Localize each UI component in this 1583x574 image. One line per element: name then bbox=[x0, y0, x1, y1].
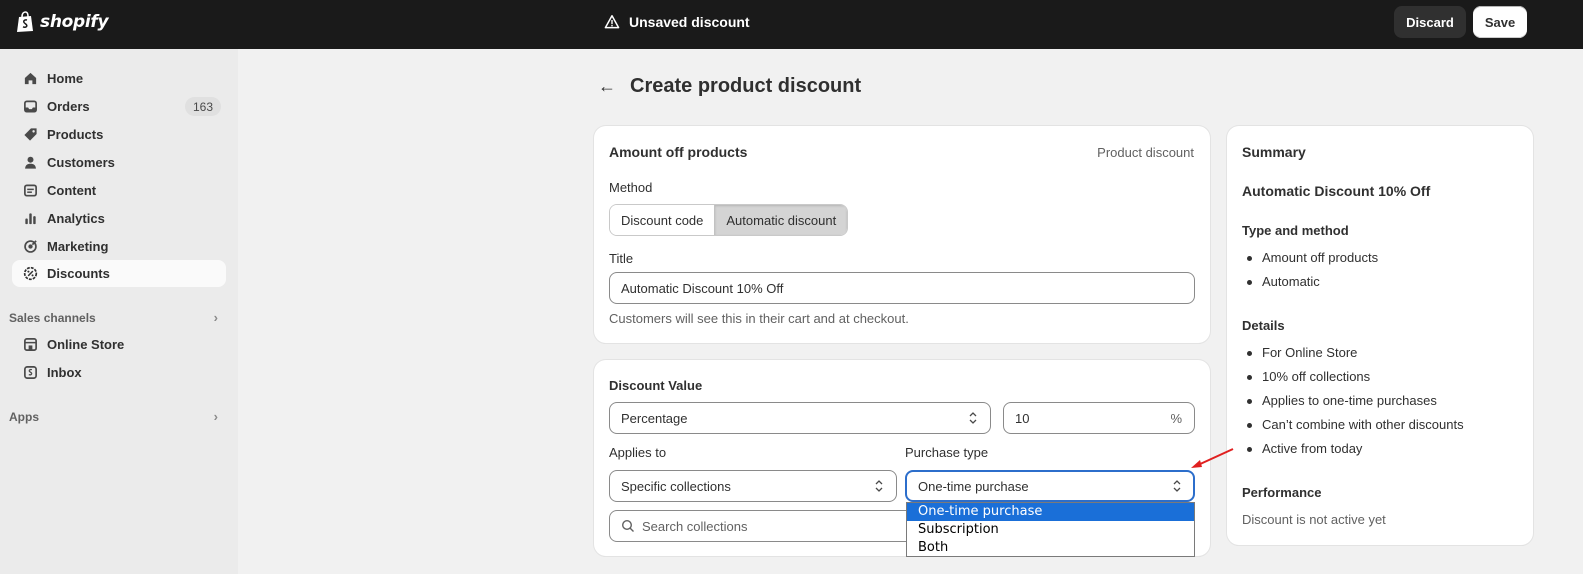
discount-type-label: Product discount bbox=[1097, 145, 1194, 160]
sidebar-item-content[interactable]: Content bbox=[12, 177, 226, 204]
dropdown-option-subscription[interactable]: Subscription bbox=[907, 521, 1194, 539]
list-item: Applies to one-time purchases bbox=[1242, 393, 1464, 417]
chat-icon bbox=[22, 365, 38, 381]
type-method-list: Amount off products Automatic bbox=[1242, 250, 1378, 298]
apps-section[interactable]: Apps › bbox=[9, 409, 226, 424]
warning-icon bbox=[604, 15, 620, 29]
unsaved-status: Unsaved discount bbox=[604, 14, 750, 30]
dropdown-option-both[interactable]: Both bbox=[907, 539, 1194, 557]
method-label: Method bbox=[609, 180, 653, 195]
card-heading: Amount off products bbox=[609, 144, 748, 160]
purchase-type-value: One-time purchase bbox=[918, 478, 1029, 494]
sidebar-item-marketing[interactable]: Marketing bbox=[12, 233, 226, 260]
discount-amount-value: 10 bbox=[1015, 410, 1030, 426]
search-collections-placeholder: Search collections bbox=[642, 518, 748, 534]
performance-label: Performance bbox=[1242, 485, 1322, 500]
page-header: ← Create product discount bbox=[598, 75, 861, 98]
annotation-arrow-icon bbox=[1191, 448, 1234, 468]
method-option-discount-code[interactable]: Discount code bbox=[610, 205, 715, 235]
summary-discount-title: Automatic Discount 10% Off bbox=[1242, 183, 1431, 199]
performance-text: Discount is not active yet bbox=[1242, 512, 1386, 527]
target-icon bbox=[22, 239, 38, 255]
sidebar-item-customers[interactable]: Customers bbox=[12, 149, 226, 176]
sidebar-item-label: Marketing bbox=[47, 239, 109, 254]
sidebar-item-label: Inbox bbox=[47, 365, 82, 380]
title-help-text: Customers will see this in their cart an… bbox=[609, 311, 909, 326]
brand-wordmark: shopify bbox=[40, 12, 109, 32]
sidebar-item-label: Online Store bbox=[47, 337, 125, 352]
type-method-label: Type and method bbox=[1242, 223, 1349, 238]
applies-to-select[interactable]: Specific collections bbox=[609, 470, 897, 502]
list-item: Can’t combine with other discounts bbox=[1242, 417, 1464, 441]
purchase-type-label: Purchase type bbox=[905, 445, 989, 460]
image-icon bbox=[22, 183, 38, 199]
sidebar-item-label: Orders bbox=[47, 99, 90, 114]
dropdown-option-one-time-purchase[interactable]: One-time purchase bbox=[907, 503, 1194, 521]
sidebar-item-products[interactable]: Products bbox=[12, 121, 226, 148]
unsaved-status-text: Unsaved discount bbox=[629, 14, 750, 30]
apps-label: Apps bbox=[9, 409, 39, 424]
card-heading: Discount Value bbox=[609, 378, 703, 393]
summary-heading: Summary bbox=[1242, 144, 1306, 160]
inbox-tray-icon bbox=[22, 99, 38, 115]
list-item: Automatic bbox=[1242, 274, 1378, 298]
sidebar-item-orders[interactable]: Orders 163 bbox=[12, 93, 226, 120]
percent-suffix: % bbox=[1170, 411, 1182, 426]
sidebar-item-online-store[interactable]: Online Store bbox=[12, 331, 226, 358]
applies-to-value: Specific collections bbox=[621, 478, 731, 494]
discount-badge-icon bbox=[22, 266, 38, 282]
save-button[interactable]: Save bbox=[1473, 6, 1527, 38]
list-item: Amount off products bbox=[1242, 250, 1378, 274]
chevron-right-icon: › bbox=[213, 310, 218, 325]
sidebar-item-label: Discounts bbox=[47, 266, 110, 281]
title-input[interactable]: Automatic Discount 10% Off bbox=[609, 272, 1195, 304]
bar-chart-icon bbox=[22, 211, 38, 227]
sidebar-item-home[interactable]: Home bbox=[12, 65, 226, 92]
title-label: Title bbox=[609, 251, 634, 266]
details-label: Details bbox=[1242, 318, 1285, 333]
sidebar: Home Orders 163 Products Customers Conte… bbox=[0, 49, 238, 574]
method-option-automatic-discount[interactable]: Automatic discount bbox=[714, 205, 848, 235]
select-chevron-icon bbox=[1173, 480, 1181, 492]
sidebar-item-label: Customers bbox=[47, 155, 115, 170]
chevron-right-icon: › bbox=[213, 409, 218, 424]
storefront-icon bbox=[22, 337, 38, 353]
sidebar-item-label: Content bbox=[47, 183, 97, 198]
select-chevron-icon bbox=[875, 480, 883, 492]
value-type-select[interactable]: Percentage bbox=[609, 402, 991, 434]
sidebar-item-analytics[interactable]: Analytics bbox=[12, 205, 226, 232]
person-icon bbox=[22, 155, 38, 171]
top-bar: shopify Unsaved discount Discard Save bbox=[0, 0, 1583, 49]
list-item: For Online Store bbox=[1242, 345, 1464, 369]
method-segmented-control: Discount code Automatic discount bbox=[609, 204, 849, 236]
search-icon bbox=[621, 519, 634, 532]
back-arrow-icon[interactable]: ← bbox=[598, 76, 616, 97]
select-chevron-icon bbox=[969, 412, 977, 424]
summary-card: Summary Automatic Discount 10% Off Type … bbox=[1227, 126, 1533, 545]
sales-channels-section[interactable]: Sales channels › bbox=[9, 310, 226, 325]
sidebar-item-inbox[interactable]: Inbox bbox=[12, 359, 226, 386]
discount-method-card: Amount off products Product discount Met… bbox=[594, 126, 1210, 343]
applies-to-label: Applies to bbox=[609, 445, 667, 460]
orders-count-badge: 163 bbox=[184, 97, 221, 116]
purchase-type-select[interactable]: One-time purchase bbox=[905, 470, 1195, 502]
shopping-bag-icon bbox=[17, 11, 33, 32]
discard-button[interactable]: Discard bbox=[1394, 6, 1466, 38]
sidebar-item-label: Analytics bbox=[47, 211, 105, 226]
title-input-value: Automatic Discount 10% Off bbox=[621, 280, 784, 296]
shopify-logo[interactable]: shopify bbox=[16, 11, 109, 33]
purchase-type-dropdown-list: One-time purchase Subscription Both bbox=[906, 502, 1195, 557]
discount-amount-input[interactable]: 10 % bbox=[1003, 402, 1195, 434]
value-type-value: Percentage bbox=[621, 410, 688, 426]
sales-channels-label: Sales channels bbox=[9, 310, 96, 325]
sidebar-item-discounts[interactable]: Discounts bbox=[12, 260, 226, 287]
tag-icon bbox=[22, 127, 38, 143]
home-icon bbox=[22, 71, 38, 87]
sidebar-item-label: Home bbox=[47, 71, 84, 86]
details-list: For Online Store 10% off collections App… bbox=[1242, 345, 1464, 465]
list-item: 10% off collections bbox=[1242, 369, 1464, 393]
page-title: Create product discount bbox=[630, 75, 862, 97]
list-item: Active from today bbox=[1242, 441, 1464, 465]
sidebar-item-label: Products bbox=[47, 127, 104, 142]
